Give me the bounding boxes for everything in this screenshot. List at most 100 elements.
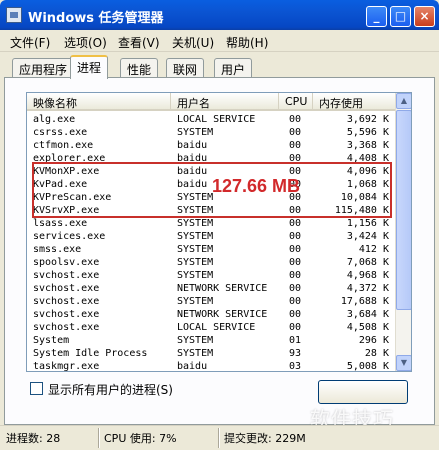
process-name: System [33,335,70,346]
status-commit-charge: 提交更改: 229M [224,432,306,445]
process-memory: 17,688 K [340,296,389,307]
process-user: NETWORK SERVICE [177,309,268,320]
process-name: spoolsv.exe [33,257,100,268]
process-user: LOCAL SERVICE [177,114,256,125]
process-name: ctfmon.exe [33,140,94,151]
process-user: baidu [177,361,208,372]
process-cpu: 00 [289,283,302,294]
process-list-scrollbar[interactable]: ▲ ▼ [395,93,411,371]
process-cpu: 93 [289,348,302,359]
process-name: alg.exe [33,114,76,125]
show-all-users-label[interactable]: 显示所有用户的进程(S) [48,381,173,398]
process-memory: 28 K [364,348,389,359]
process-row[interactable]: svchost.exe NETWORK SERVICE 00 3,684 K [27,308,397,321]
process-row[interactable]: svchost.exe LOCAL SERVICE 00 4,508 K [27,321,397,334]
show-all-users-checkbox[interactable] [30,382,43,395]
memory-total-annotation: 127.66 MB [212,176,301,196]
scroll-up-arrow-icon[interactable]: ▲ [396,93,411,109]
title-bar: Windows 任务管理器 _ □ × [0,0,439,30]
menu-options[interactable]: 选项(O) [64,34,107,51]
process-cpu: 00 [289,257,302,268]
process-user: SYSTEM [177,127,214,138]
scroll-down-arrow-icon[interactable]: ▼ [396,355,411,371]
process-user: SYSTEM [177,335,214,346]
menu-file[interactable]: 文件(F) [10,34,50,51]
process-name: lsass.exe [33,218,88,229]
scroll-thumb[interactable] [396,110,411,310]
process-memory: 1,156 K [346,218,389,229]
process-cpu: 00 [289,244,302,255]
process-memory: 5,596 K [346,127,389,138]
process-list[interactable]: 映像名称 用户名 CPU 内存使用 alg.exe LOCAL SERVICE 00… [26,92,412,372]
process-row[interactable]: System Idle Process SYSTEM 93 28 K [27,347,397,360]
process-name: svchost.exe [33,270,100,281]
status-bar: 进程数: 28 CPU 使用: 7% 提交更改: 229M [0,425,439,450]
process-row[interactable]: spoolsv.exe SYSTEM 00 7,068 K [27,256,397,269]
status-separator [218,428,220,448]
process-user: baidu [177,140,208,151]
tab-applications[interactable]: 应用程序 [12,58,75,78]
process-row[interactable]: taskmgr.exe baidu 03 5,008 K [27,360,397,372]
tab-users[interactable]: 用户 [214,58,253,78]
process-memory: 4,968 K [346,270,389,281]
tab-processes[interactable]: 进程 [70,55,109,79]
process-user: NETWORK SERVICE [177,283,268,294]
process-row[interactable]: lsass.exe SYSTEM 00 1,156 K [27,217,397,230]
end-process-button[interactable] [318,380,408,404]
column-user-name[interactable]: 用户名 [171,93,279,111]
process-cpu: 00 [289,309,302,320]
process-name: taskmgr.exe [33,361,100,372]
process-name: svchost.exe [33,283,100,294]
process-row[interactable]: services.exe SYSTEM 00 3,424 K [27,230,397,243]
process-memory: 7,068 K [346,257,389,268]
menu-view[interactable]: 查看(V) [118,34,160,51]
column-memory[interactable]: 内存使用 [313,93,397,111]
status-separator [98,428,100,448]
column-image-name[interactable]: 映像名称 [27,93,171,111]
maximize-button[interactable]: □ [390,6,411,27]
process-row[interactable]: svchost.exe SYSTEM 00 4,968 K [27,269,397,282]
process-cpu: 03 [289,361,302,372]
process-memory: 5,008 K [346,361,389,372]
process-user: SYSTEM [177,270,214,281]
process-row[interactable]: csrss.exe SYSTEM 00 5,596 K [27,126,397,139]
process-row[interactable]: smss.exe SYSTEM 00 412 K [27,243,397,256]
process-name: smss.exe [33,244,82,255]
window-title: Windows 任务管理器 [28,11,164,26]
menu-help[interactable]: 帮助(H) [226,34,268,51]
tab-performance[interactable]: 性能 [120,58,159,78]
process-row[interactable]: svchost.exe NETWORK SERVICE 00 4,372 K [27,282,397,295]
process-memory: 4,372 K [346,283,389,294]
column-cpu[interactable]: CPU [279,93,313,111]
process-row[interactable]: svchost.exe SYSTEM 00 17,688 K [27,295,397,308]
process-user: SYSTEM [177,348,214,359]
process-row[interactable]: alg.exe LOCAL SERVICE 00 3,692 K [27,113,397,126]
close-button[interactable]: × [414,6,435,27]
process-name: services.exe [33,231,106,242]
process-user: SYSTEM [177,231,214,242]
process-cpu: 00 [289,140,302,151]
menu-bar: 文件(F) 选项(O) 查看(V) 关机(U) 帮助(H) [0,30,439,52]
tab-networking[interactable]: 联网 [166,58,205,78]
process-name: csrss.exe [33,127,88,138]
process-user: LOCAL SERVICE [177,322,256,333]
process-cpu: 00 [289,114,302,125]
taskmgr-app-icon [6,7,22,23]
process-row[interactable]: ctfmon.exe baidu 00 3,368 K [27,139,397,152]
menu-shutdown[interactable]: 关机(U) [172,34,214,51]
process-row[interactable]: System SYSTEM 01 296 K [27,334,397,347]
process-cpu: 00 [289,218,302,229]
process-cpu: 00 [289,127,302,138]
process-name: svchost.exe [33,322,100,333]
minimize-button[interactable]: _ [366,6,387,27]
process-memory: 4,508 K [346,322,389,333]
status-process-count: 进程数: 28 [6,432,61,445]
process-memory: 3,692 K [346,114,389,125]
process-memory: 3,424 K [346,231,389,242]
process-user: SYSTEM [177,244,214,255]
process-user: SYSTEM [177,257,214,268]
process-memory: 412 K [358,244,389,255]
process-cpu: 01 [289,335,302,346]
process-memory: 3,684 K [346,309,389,320]
process-name: svchost.exe [33,296,100,307]
